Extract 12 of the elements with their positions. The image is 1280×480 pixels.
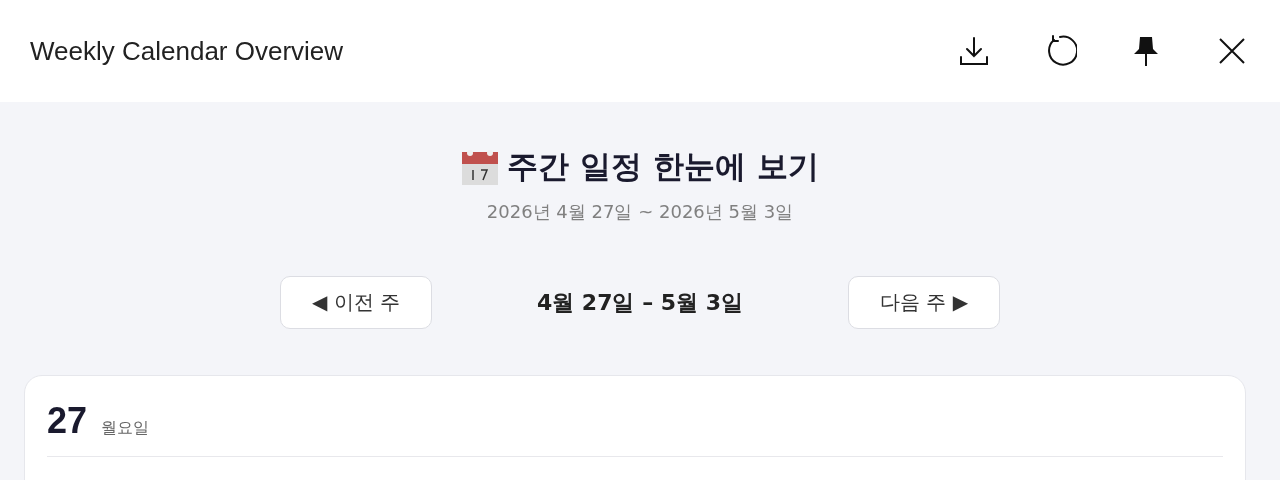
weekday-label: 월요일 (101, 418, 150, 439)
date-range: 2026년 4월 27일 ~ 2026년 5월 3일 (486, 200, 794, 224)
calendar-icon (461, 148, 500, 186)
pin-icon (1132, 35, 1160, 67)
close-icon (1218, 37, 1246, 65)
download-icon (958, 35, 990, 67)
next-week-button[interactable]: 다음 주 ▶ (848, 276, 1000, 329)
week-label: 4월 27일 – 5월 3일 (535, 288, 745, 317)
window-title: Weekly Calendar Overview (30, 35, 345, 67)
previous-week-button[interactable]: ◀ 이전 주 (280, 276, 432, 329)
page-heading: 주간 일정 한눈에 보기 (507, 147, 819, 186)
day-number: 27 (47, 400, 88, 442)
